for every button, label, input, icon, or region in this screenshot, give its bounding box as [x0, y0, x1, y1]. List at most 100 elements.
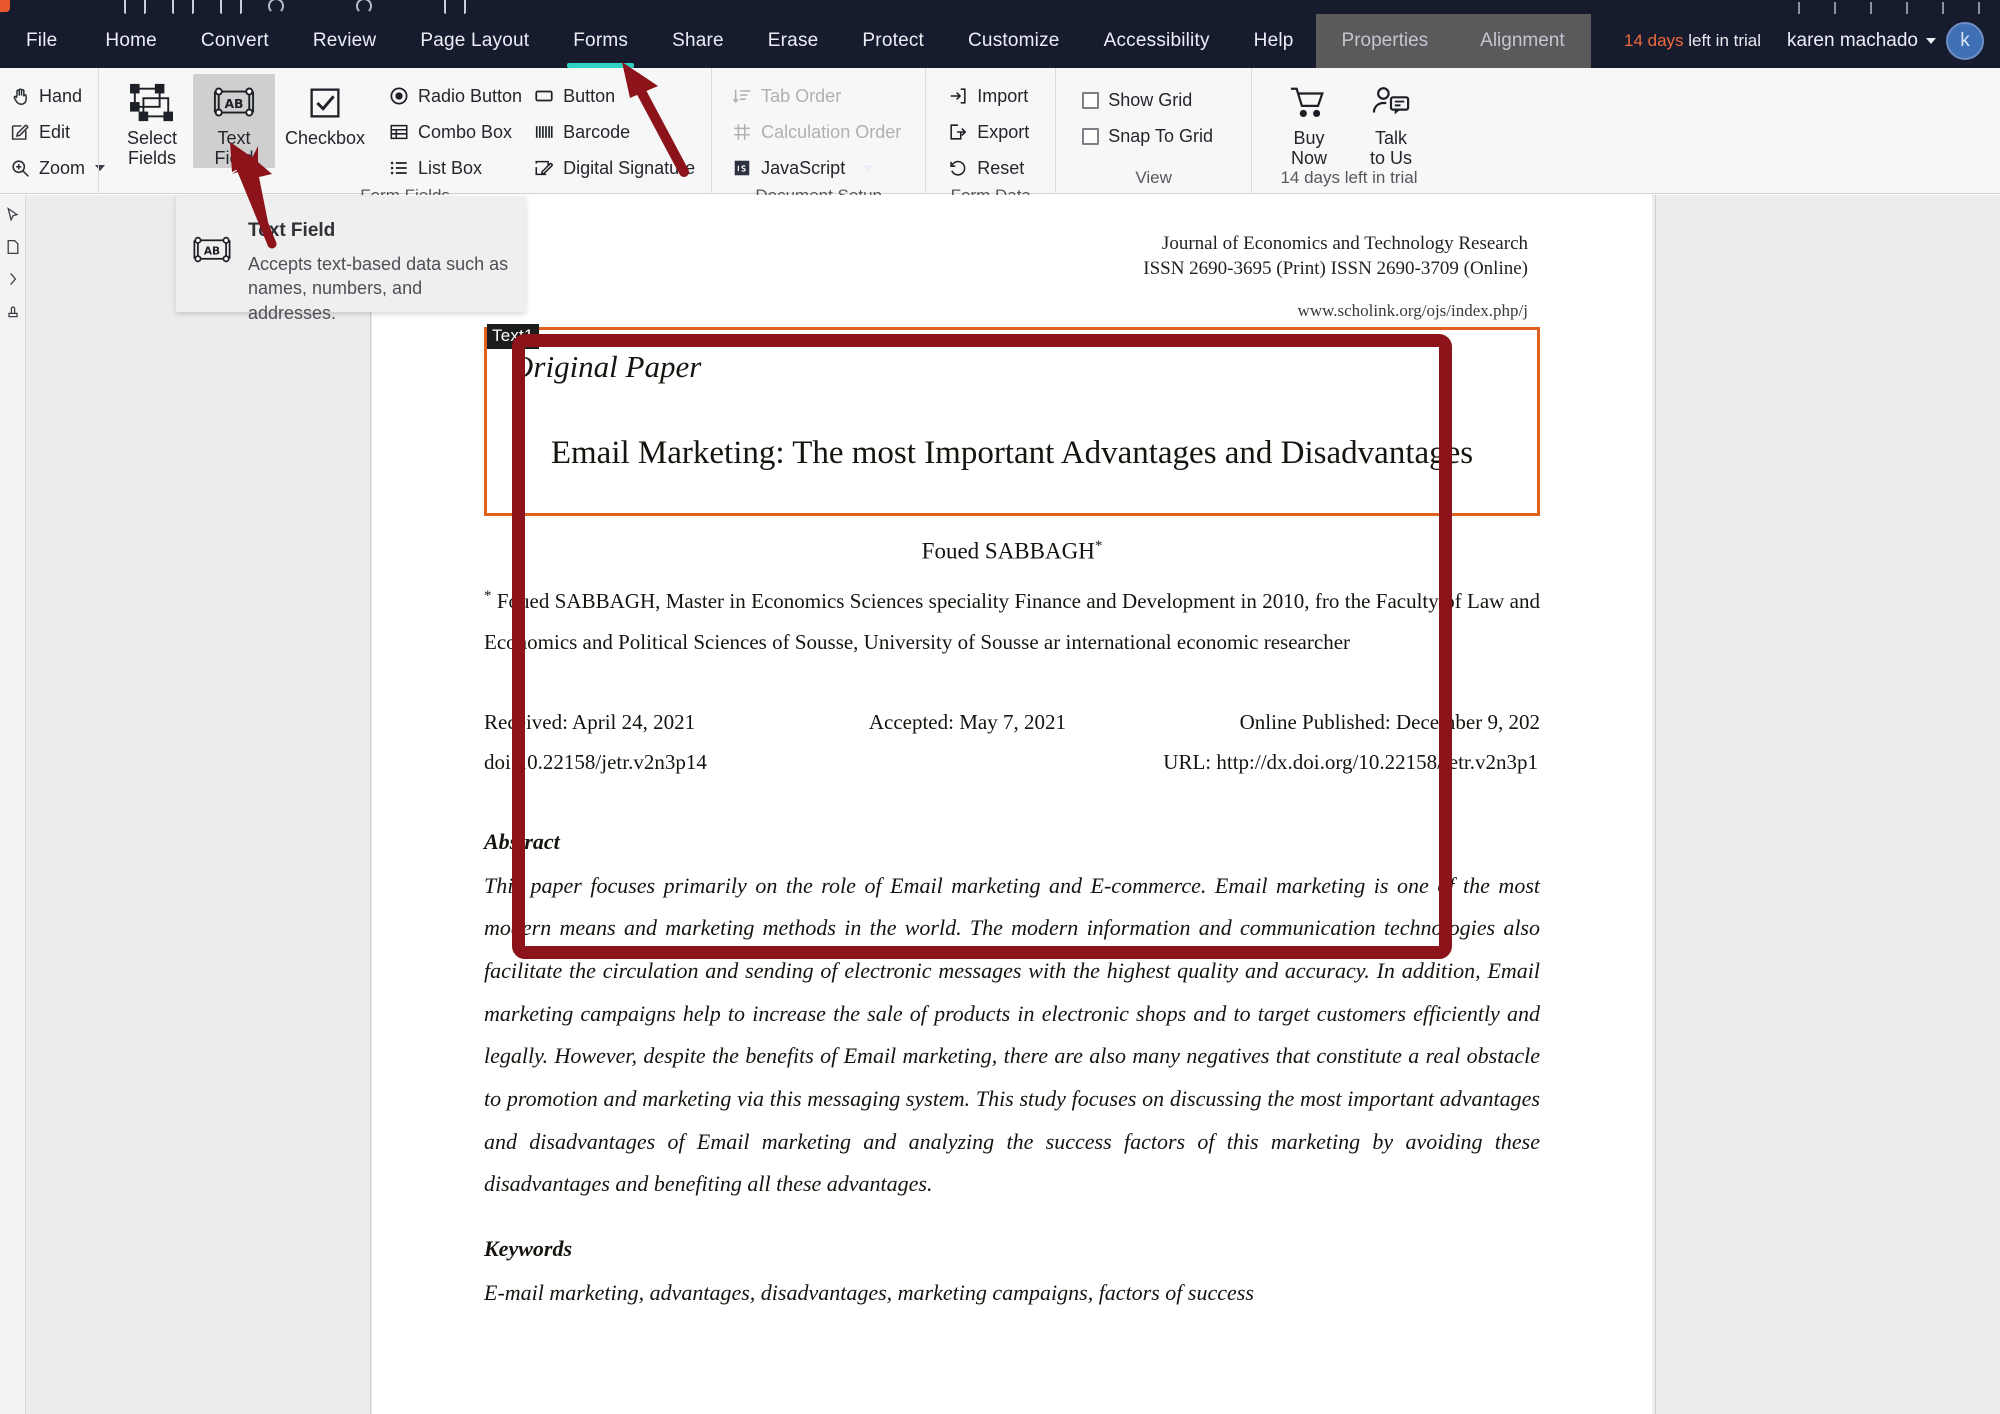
menu-item-customize[interactable]: Customize	[946, 14, 1082, 68]
bookmark-icon[interactable]	[5, 271, 21, 287]
select-fields-button[interactable]: Select Fields	[111, 74, 193, 168]
radio-button-item[interactable]: Radio Button	[385, 78, 530, 114]
tab-order-item[interactable]: Tab Order	[728, 78, 909, 114]
doi-url[interactable]: URL: http://dx.doi.org/10.22158/jetr.v2n…	[1163, 743, 1538, 783]
affiliation: * Foued SABBAGH, Master in Economics Sci…	[484, 581, 1540, 663]
menu-item-erase[interactable]: Erase	[746, 14, 841, 68]
quick-access-toolbar[interactable]	[0, 0, 2000, 14]
tool-edit-label: Edit	[39, 121, 71, 142]
cart-icon	[1288, 78, 1330, 128]
reset-icon	[948, 158, 968, 178]
view-group-label: View	[1135, 168, 1172, 187]
cursor-icon[interactable]	[5, 207, 21, 223]
journal-url: www.scholink.org/ojs/index.php/j	[1297, 301, 1528, 321]
export-icon	[948, 122, 968, 142]
paper-title: Email Marketing: The most Important Adva…	[550, 435, 1474, 472]
import-icon	[948, 86, 968, 106]
talk-to-us-icon	[1370, 78, 1412, 128]
annotation-arrow-to-forms-tab	[622, 62, 689, 177]
list-box-item[interactable]: List Box	[385, 150, 530, 186]
reset-item[interactable]: Reset	[944, 150, 1037, 186]
pointer-icon[interactable]	[444, 0, 466, 14]
menu-label: File	[26, 30, 58, 51]
stamp-icon[interactable]	[5, 303, 21, 319]
journal-header: Journal of Economics and Technology Rese…	[454, 195, 1570, 281]
tool-zoom[interactable]: Zoom	[6, 150, 106, 186]
zoom-icon	[10, 158, 31, 179]
menu-label: Home	[105, 30, 157, 51]
trial-days-suffix: left in trial	[1683, 31, 1762, 50]
context-tab-properties[interactable]: Properties	[1315, 14, 1455, 68]
redo-icon[interactable]	[356, 0, 372, 14]
menu-item-accessibility[interactable]: Accessibility	[1082, 14, 1232, 68]
tooltip-description: Accepts text-based data such as names, n…	[248, 254, 509, 323]
checkbox-square-icon	[1082, 127, 1100, 145]
document-workspace[interactable]: Journal of Economics and Technology Rese…	[26, 195, 2000, 1414]
javascript-item[interactable]: JavaScript	[728, 150, 909, 186]
checkbox-button[interactable]: Checkbox	[275, 74, 375, 148]
purchase-group-label: 14 days left in trial	[1280, 168, 1418, 188]
ribbon-group-view: Show Grid Snap To Grid View	[1055, 68, 1251, 194]
javascript-label: JavaScript	[761, 157, 846, 178]
menu-item-file[interactable]: File	[0, 14, 83, 68]
talk-to-us-button[interactable]: Talk to Us	[1350, 74, 1432, 168]
toolbar-tick-icon	[1798, 2, 1800, 14]
snap-to-grid-checkbox[interactable]: Snap To Grid	[1078, 118, 1221, 154]
keywords-heading: Keywords	[484, 1236, 572, 1262]
menu-item-protect[interactable]: Protect	[840, 14, 946, 68]
digital-signature-icon	[534, 158, 554, 178]
context-tab-label: Alignment	[1480, 30, 1565, 51]
select-fields-label-1: Select	[126, 128, 178, 148]
buy-now-button[interactable]: Buy Now	[1268, 74, 1350, 168]
context-tab-alignment[interactable]: Alignment	[1454, 14, 1591, 68]
menu-item-convert[interactable]: Convert	[179, 14, 291, 68]
show-grid-checkbox[interactable]: Show Grid	[1078, 82, 1221, 118]
ribbon-group-form-data: Import Export Reset	[925, 68, 1055, 205]
save-icon[interactable]	[124, 0, 146, 14]
export-item[interactable]: Export	[944, 114, 1037, 150]
tool-hand-label: Hand	[39, 85, 83, 106]
calculation-order-item[interactable]: Calculation Order	[728, 114, 909, 150]
menu-item-home[interactable]: Home	[83, 14, 178, 68]
avatar-initial: k	[1960, 30, 1970, 51]
menu-label: Accessibility	[1103, 30, 1210, 51]
text-form-field[interactable]: Text1 Original Paper Email Marketing: Th…	[484, 324, 1540, 517]
combo-box-label: Combo Box	[418, 121, 513, 142]
keywords-body: E-mail marketing, advantages, disadvanta…	[484, 1280, 1254, 1306]
menu-item-review[interactable]: Review	[291, 14, 399, 68]
import-item[interactable]: Import	[944, 78, 1037, 114]
menu-label: Customize	[968, 30, 1060, 51]
account-menu[interactable]: karen machado	[1787, 30, 1946, 52]
javascript-icon	[732, 158, 752, 178]
menu-item-page-layout[interactable]: Page Layout	[398, 14, 551, 68]
checkbox-square-icon	[1082, 91, 1100, 109]
menu-item-help[interactable]: Help	[1232, 14, 1316, 68]
doi-text: doi:10.22158/jetr.v2n3p14	[484, 749, 707, 774]
quick-access-right-group	[1798, 2, 2000, 14]
checkbox-icon	[304, 78, 346, 128]
toolbar-tick-icon	[1906, 2, 1908, 14]
abstract-body: This paper focuses primarily on the role…	[484, 872, 1540, 1197]
menu-label: Erase	[767, 30, 819, 51]
select-fields-icon	[127, 78, 177, 128]
calculation-order-label: Calculation Order	[761, 121, 902, 142]
accepted-date: Accepted: May 7, 2021	[868, 709, 1066, 734]
tab-order-icon	[732, 86, 752, 106]
page-thumbnail-icon[interactable]	[5, 239, 21, 255]
tool-hand[interactable]: Hand	[6, 78, 98, 114]
published-date: Online Published: December 9, 202	[1239, 709, 1540, 734]
ribbon-group-tools: Hand Edit Zoom	[0, 68, 106, 194]
avatar[interactable]: k	[1946, 22, 1984, 60]
open-icon[interactable]	[220, 0, 242, 14]
combo-box-item[interactable]: Combo Box	[385, 114, 530, 150]
menu-label: Share	[672, 30, 724, 51]
doi-row: doi:10.22158/jetr.v2n3p14 URL: http://dx…	[484, 743, 1540, 783]
print-icon[interactable]	[172, 0, 194, 14]
tool-edit[interactable]: Edit	[6, 114, 98, 150]
talk-to-us-label-1: Talk	[1374, 128, 1407, 148]
undo-icon[interactable]	[268, 0, 284, 14]
document-page[interactable]: Journal of Economics and Technology Rese…	[372, 195, 1652, 1414]
import-label: Import	[977, 85, 1029, 106]
ribbon-group-purchase: Buy Now Talk to Us 14 days left in trial	[1250, 68, 1446, 194]
checkbox-label: Checkbox	[284, 128, 366, 148]
